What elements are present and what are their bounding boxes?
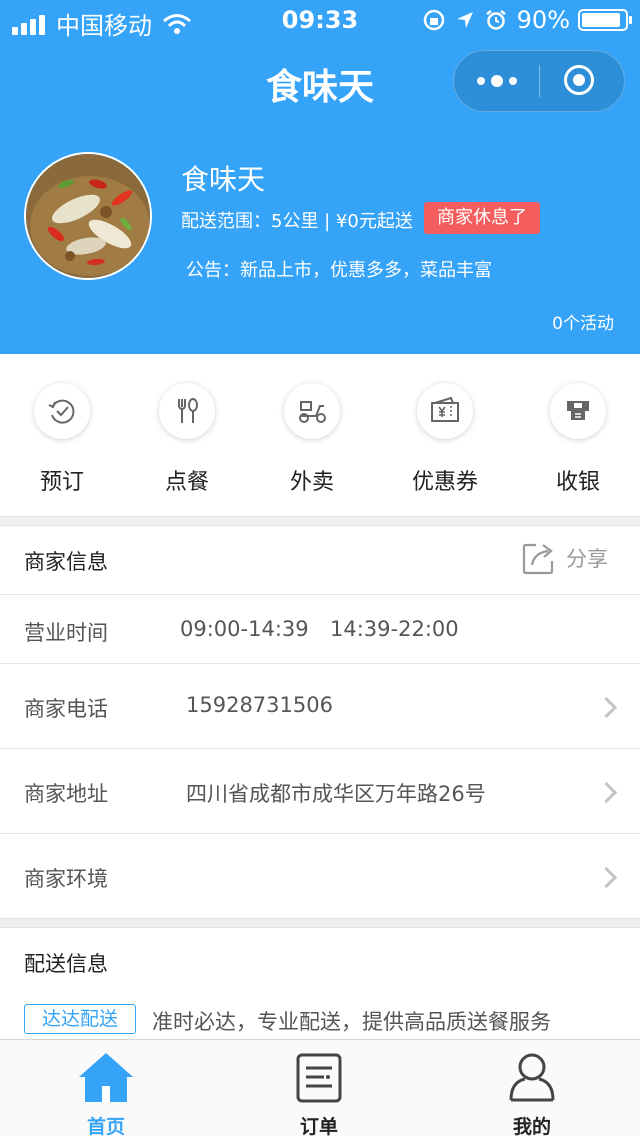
phone-label: 商家电话 [24,697,108,721]
alarm-icon [485,10,506,30]
shop-notice: 公告：新品上市，优惠多多，菜品丰富 [186,260,492,281]
shortcut-bar: 预订 点餐 外卖 优惠券 收银 [0,354,640,517]
mini-program-capsule [453,50,625,112]
phone-row[interactable]: 商家电话 15928731506 [0,664,640,749]
hours-value-2: 14:39-22:00 [330,617,459,641]
tab-label: 首页 [86,1116,125,1138]
chevron-right-icon [595,781,618,804]
environment-row[interactable]: 商家环境 [0,834,640,919]
address-value: 四川省成都市成华区万年路26号 [186,782,486,806]
address-row[interactable]: 商家地址 四川省成都市成华区万年路26号 [0,749,640,834]
battery-percent: 90% [516,6,570,34]
shop-avatar [24,152,152,280]
tab-orders[interactable]: 订单 [259,1040,379,1138]
status-bar: 中国移动 09:33 90% [0,0,640,40]
hours-value-1: 09:00-14:39 [180,617,309,641]
hours-label: 营业时间 [24,621,108,645]
section-divider [0,516,640,526]
address-label: 商家地址 [24,782,108,806]
tab-label: 订单 [299,1116,338,1138]
user-icon [509,1053,555,1102]
shortcut-reserve[interactable]: 预订 [2,354,122,517]
cashier-icon [550,383,606,439]
close-mini-program-icon[interactable] [564,65,594,95]
home-icon [79,1053,133,1102]
share-label: 分享 [566,547,608,571]
share-icon [522,543,554,575]
shortcut-takeaway[interactable]: 外卖 [252,354,372,517]
shortcut-coupon[interactable]: 优惠券 [385,354,505,517]
shortcut-label: 预订 [39,470,84,495]
shortcut-label: 收银 [555,470,600,495]
more-menu-icon[interactable] [454,51,540,111]
shortcut-cashier[interactable]: 收银 [518,354,638,517]
share-button[interactable]: 分享 [522,541,608,575]
fork-knife-icon [159,383,215,439]
delivery-provider-tag: 达达配送 [24,1004,136,1034]
delivery-section-title: 配送信息 [24,952,108,976]
chevron-right-icon [595,866,618,889]
tab-mine[interactable]: 我的 [472,1040,592,1138]
food-photo [26,154,150,278]
phone-value: 15928731506 [186,693,333,717]
chevron-right-icon [595,696,618,719]
shop-name: 食味天 [181,163,266,196]
scooter-icon [284,383,340,439]
environment-label: 商家环境 [24,867,108,891]
order-list-icon [296,1053,342,1103]
shortcut-label: 点餐 [164,470,209,495]
delivery-description: 准时必达，专业配送，提供高品质送餐服务 [152,1010,551,1034]
section-title: 商家信息 [24,550,108,574]
shortcut-label: 外卖 [289,470,334,495]
tab-home[interactable]: 首页 [46,1040,166,1138]
tab-label: 我的 [512,1116,551,1138]
battery-icon [578,9,632,31]
reserve-icon [34,383,90,439]
shop-header: 中国移动 09:33 90% 食味天 食味天 配送范围：5公里 | ¥0元起送 … [0,0,640,354]
section-divider [0,918,640,928]
coupon-icon [417,383,473,439]
location-arrow-icon [456,12,473,28]
delivery-range: 配送范围：5公里 | ¥0元起送 [181,211,413,232]
activities-count[interactable]: 0个活动 [552,309,614,334]
shortcut-order[interactable]: 点餐 [127,354,247,517]
status-badge: 商家休息了 [424,202,540,234]
rotation-lock-icon [423,9,444,31]
business-hours-row: 营业时间 09:00-14:39 14:39-22:00 [0,595,640,664]
tab-bar: 首页 订单 我的 [0,1039,640,1138]
shortcut-label: 优惠券 [411,470,478,495]
